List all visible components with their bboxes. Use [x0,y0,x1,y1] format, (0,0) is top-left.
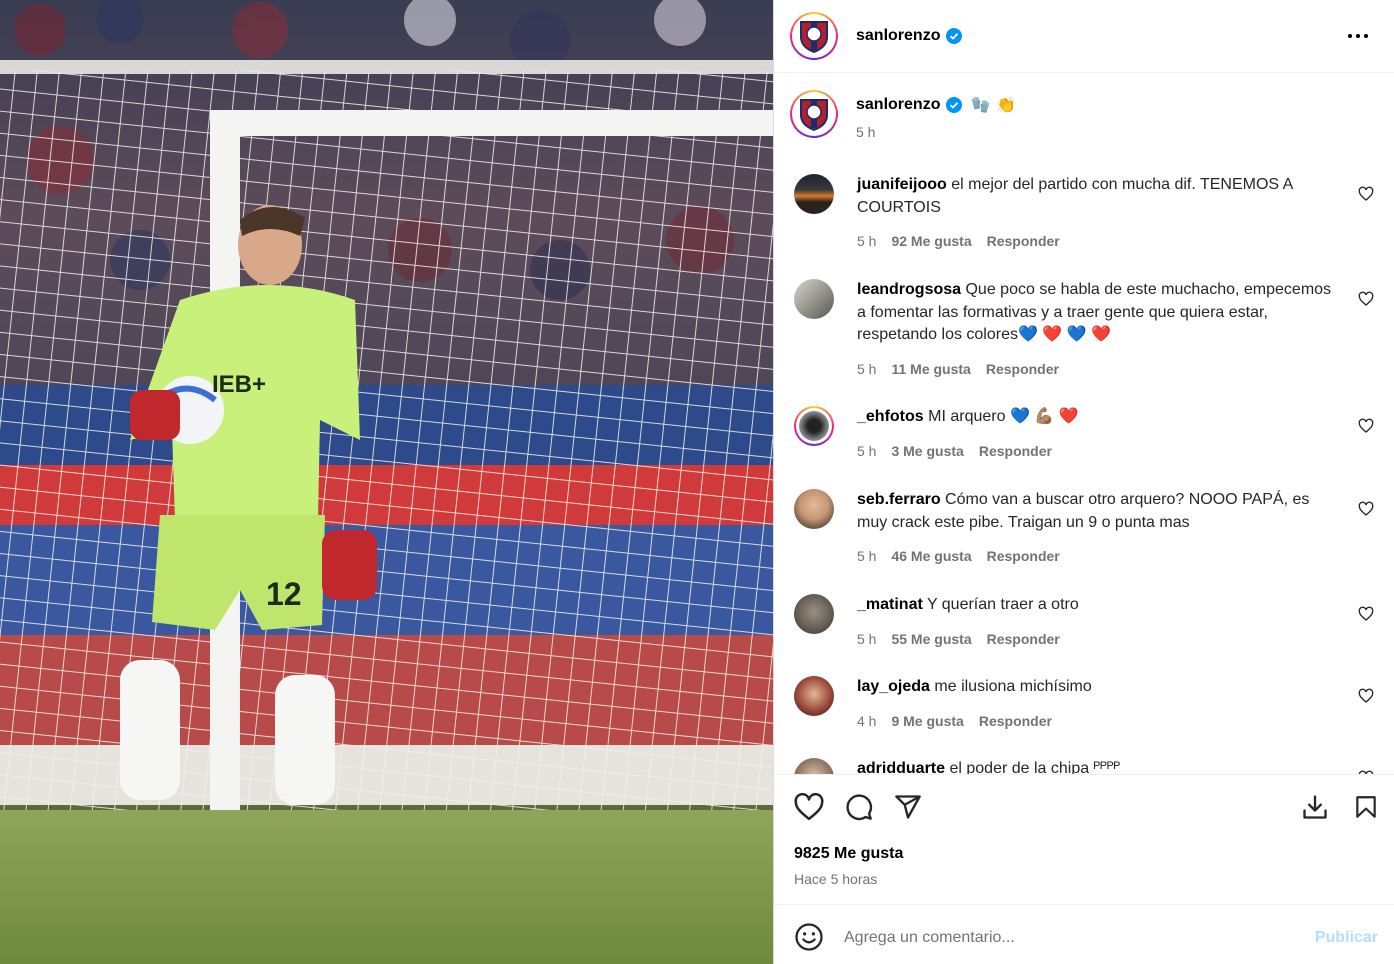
comment-username[interactable]: adridduarte [857,760,945,774]
comment-like-heart-icon[interactable] [1358,606,1374,622]
comment-likes[interactable]: 9 Me gusta [891,710,963,733]
share-icon[interactable] [893,792,923,822]
comment-like-heart-icon[interactable] [1358,688,1374,704]
post-header: sanlorenzo [774,0,1394,73]
reply-button[interactable]: Responder [979,710,1052,733]
author-username[interactable]: sanlorenzo [856,27,940,45]
comment-username[interactable]: seb.ferraro [857,491,941,508]
commenter-avatar[interactable] [794,279,834,319]
comment-time: 5 h [857,360,877,377]
comment-icon[interactable] [844,792,874,822]
comment-item: seb.ferraro Cómo van a buscar otro arque… [794,489,1374,568]
reply-button[interactable]: Responder [987,230,1060,253]
comment-like-heart-icon[interactable] [1358,186,1374,202]
comment-text: MI arquero 💙 💪🏽 ❤️ [928,408,1079,425]
commenter-avatar[interactable] [794,174,834,214]
commenter-avatar[interactable] [794,489,834,529]
reply-button[interactable]: Responder [987,545,1060,568]
caption-username[interactable]: sanlorenzo [856,96,940,114]
comment-item: _ehfotos MI arquero 💙 💪🏽 ❤️ 5 h 3 Me gus… [794,406,1374,462]
comment-likes[interactable]: 3 Me gusta [891,440,963,463]
comment-item: lay_ojeda me ilusiona michísimo 4 h 9 Me… [794,676,1374,732]
comment-likes[interactable]: 46 Me gusta [891,545,971,568]
emoji-icon[interactable] [794,922,824,952]
comment-text: Y querían traer a otro [926,596,1079,613]
comment-item: leandrogsosa Que poco se habla de este m… [794,279,1374,380]
comment-text: el poder de la chipa ᴾᴾᴾᴾ [949,760,1121,774]
verified-badge-icon [946,28,963,44]
post-side-panel: sanlorenzo sanlorenzo 🧤 👏 5 h juanifeijo… [773,0,1394,964]
jersey-sponsor-text: IEB+ [212,371,266,398]
caption-emoji-clap: 👏 [996,97,1017,114]
commenter-avatar[interactable] [794,406,834,446]
reply-button[interactable]: Responder [987,628,1060,651]
comment-text: me ilusiona michísimo [934,678,1092,695]
comment-item: _matinat Y querían traer a otro 5 h 55 M… [794,594,1374,650]
caption-time: 5 h [856,124,876,140]
bookmark-icon[interactable] [1351,792,1381,822]
post-actions: 9825 Me gusta Hace 5 horas [774,774,1394,904]
commenter-avatar[interactable] [794,676,834,716]
comment-time: 5 h [857,548,877,564]
comment-username[interactable]: _ehfotos [857,408,924,425]
instagram-post-modal: IEB+ 12 sanlorenzo sanlorenzo 🧤 👏 5 h ju… [0,0,1394,964]
comment-item: juanifeijooo el mejor del partido con mu… [794,174,1374,253]
caption-emoji-glove: 🧤 [970,97,991,114]
comment-username[interactable]: _matinat [857,596,923,613]
commenter-avatar[interactable] [794,594,834,634]
comment-time: 5 h [857,630,877,647]
goalkeeper-photo: IEB+ 12 [0,0,773,964]
heart-icon[interactable] [794,792,824,822]
likes-count[interactable]: 9825 Me gusta [794,845,903,863]
commenter-avatar[interactable] [794,758,834,774]
jersey-number-text: 12 [266,576,302,612]
comment-time: 5 h [857,233,877,249]
comment-time: 5 h [857,442,877,459]
comments-list[interactable]: sanlorenzo 🧤 👏 5 h juanifeijooo el mejor… [774,74,1394,774]
comment-username[interactable]: leandrogsosa [857,281,961,298]
comment-username[interactable]: juanifeijooo [857,176,947,193]
publish-button[interactable]: Publicar [1315,929,1378,947]
caption-author-avatar[interactable] [790,90,838,138]
more-options-icon[interactable] [1344,22,1372,50]
verified-badge-icon [946,97,963,113]
club-crest-icon [795,95,833,133]
club-crest-icon [795,17,833,55]
comment-like-heart-icon[interactable] [1358,501,1374,517]
comment-likes[interactable]: 55 Me gusta [891,628,971,651]
comment-time: 4 h [857,712,877,729]
posted-timestamp: Hace 5 horas [794,871,878,887]
comment-likes[interactable]: 11 Me gusta [891,358,970,381]
comment-composer: Publicar [774,904,1394,964]
comment-input[interactable] [844,923,1294,953]
comment-likes[interactable]: 92 Me gusta [891,230,971,253]
comment-like-heart-icon[interactable] [1358,418,1374,434]
comment-item: adridduarte el poder de la chipa ᴾᴾᴾᴾ [794,758,1374,774]
download-icon[interactable] [1300,792,1330,822]
post-photo: IEB+ 12 [0,0,773,964]
comment-username[interactable]: lay_ojeda [857,678,930,695]
reply-button[interactable]: Responder [979,440,1052,463]
author-avatar[interactable] [790,12,838,60]
reply-button[interactable]: Responder [986,358,1059,381]
post-caption: sanlorenzo 🧤 👏 5 h [790,90,1016,140]
comment-like-heart-icon[interactable] [1358,291,1374,307]
